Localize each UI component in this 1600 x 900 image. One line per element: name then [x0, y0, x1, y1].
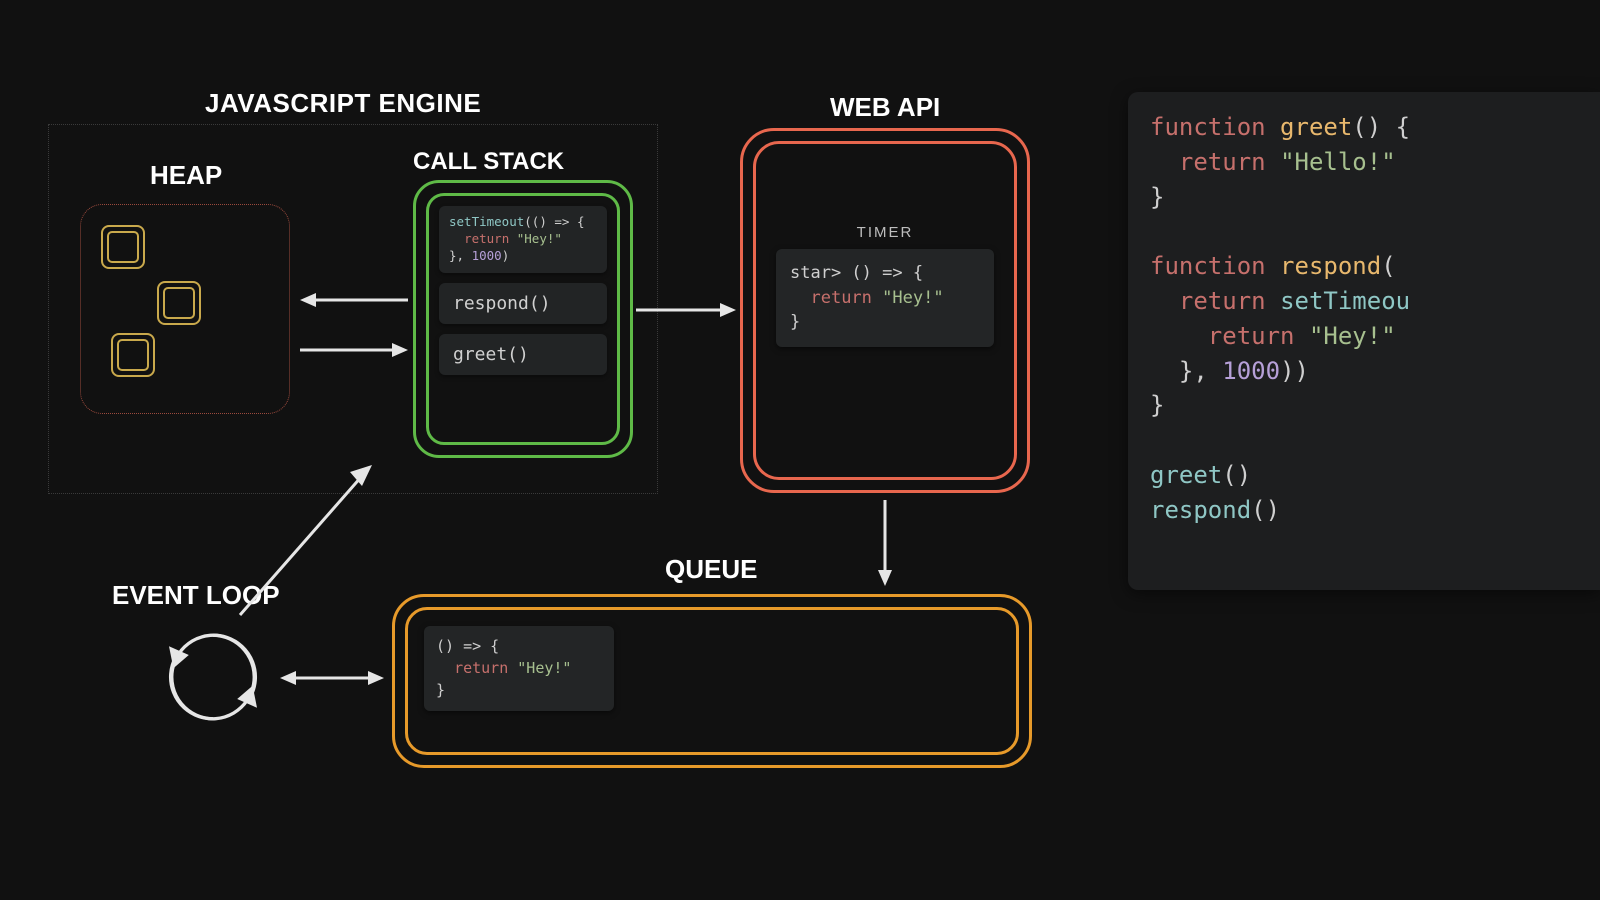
- queue-box: () => { return "Hey!" }: [392, 594, 1032, 768]
- arrow-webapi-to-queue: [875, 500, 895, 586]
- js-engine-label: JAVASCRIPT ENGINE: [205, 88, 481, 119]
- timer-label: TIMER: [776, 224, 994, 241]
- stack-frame-respond: respond(): [439, 283, 607, 324]
- queue-callback: () => { return "Hey!" }: [424, 626, 614, 711]
- heap-label: HEAP: [150, 160, 222, 191]
- source-code-panel: function greet() { return "Hello!" } fun…: [1128, 92, 1600, 590]
- stack-frame-settimeout: setTimeout(() => { return "Hey!" }, 1000…: [439, 206, 607, 273]
- arrow-eventloop-queue: [280, 668, 384, 688]
- queue-label: QUEUE: [665, 554, 757, 585]
- arrow-stack-to-webapi: [636, 300, 736, 320]
- heap-object: [111, 333, 155, 377]
- web-api-box: TIMER star> () => { return "Hey!" }: [740, 128, 1030, 493]
- heap-object: [157, 281, 201, 325]
- web-api-label: WEB API: [830, 92, 940, 123]
- heap-box: [80, 204, 290, 414]
- arrow-heap-to-stack: [300, 340, 408, 360]
- arrow-stack-to-heap: [300, 290, 408, 310]
- web-api-callback: star> () => { return "Hey!" }: [776, 249, 994, 347]
- heap-object: [101, 225, 145, 269]
- call-stack-label: CALL STACK: [413, 148, 564, 176]
- event-loop-icon: [158, 622, 268, 732]
- arrow-eventloop-to-stack: [230, 460, 380, 620]
- stack-frame-greet: greet(): [439, 334, 607, 375]
- call-stack-box: setTimeout(() => { return "Hey!" }, 1000…: [413, 180, 633, 458]
